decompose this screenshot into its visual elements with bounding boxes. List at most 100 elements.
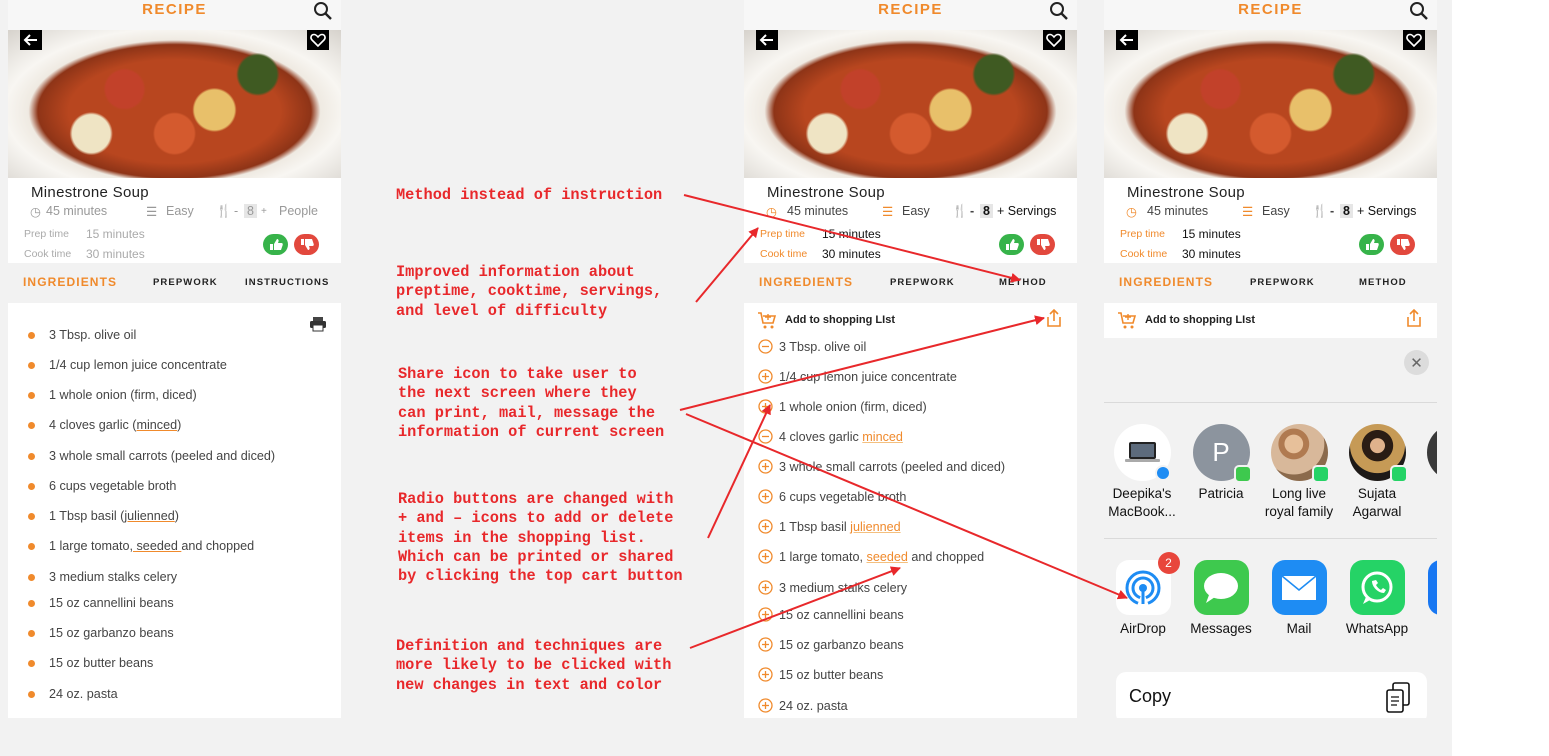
ingredient-item: 1 Tbsp basil julienned — [758, 519, 901, 534]
remove-item-icon[interactable] — [758, 339, 773, 354]
add-to-shopping-list-bar[interactable]: Add to shopping LIst — [744, 304, 1077, 336]
difficulty: Easy — [166, 204, 194, 218]
ingredient-text: 6 cups vegetable broth — [49, 479, 177, 493]
tab-ingredients[interactable]: INGREDIENTS — [1119, 275, 1213, 289]
technique-link[interactable]: minced — [862, 430, 903, 444]
technique-link[interactable]: seeded — [867, 550, 908, 564]
shopping-cart-icon[interactable] — [757, 310, 777, 330]
app-name: AirDrop — [1120, 621, 1166, 636]
tab-prepwork[interactable]: PREPWORK — [153, 277, 218, 288]
search-icon[interactable] — [1409, 1, 1429, 21]
search-icon[interactable] — [313, 1, 333, 21]
add-item-icon[interactable] — [758, 369, 773, 384]
thumbs-down-icon[interactable] — [294, 234, 319, 255]
recipe-meta: ◷ 45 minutes ☰ Easy 🍴 - 8 + Servings — [764, 204, 1069, 220]
servings-plus[interactable]: + Servings — [997, 204, 1056, 218]
technique-link[interactable]: julienned — [124, 509, 174, 523]
add-item-icon[interactable] — [758, 667, 773, 682]
shopping-cart-icon[interactable] — [1117, 310, 1137, 330]
thumbs-down-icon[interactable] — [1390, 234, 1415, 255]
ingredient-text: 3 Tbsp. olive oil — [779, 339, 867, 354]
thumbs-up-icon[interactable] — [1359, 234, 1384, 255]
servings-minus[interactable]: - — [1330, 204, 1334, 218]
search-icon[interactable] — [1049, 1, 1069, 21]
add-item-icon[interactable] — [758, 489, 773, 504]
copy-label: Copy — [1129, 686, 1172, 706]
add-item-icon[interactable] — [758, 698, 773, 713]
top-bar: RECIPE — [8, 0, 341, 30]
servings-plus[interactable]: + Servings — [1357, 204, 1416, 218]
tab-method[interactable]: METHOD — [999, 277, 1047, 288]
share-app-airdrop[interactable]: 2 AirDrop — [1108, 552, 1180, 636]
tab-ingredients[interactable]: INGREDIENTS — [23, 275, 117, 289]
share-app-partial[interactable]: Fa — [1420, 560, 1437, 636]
contact-royal-family[interactable]: Long live royal family — [1263, 424, 1335, 521]
airdrop-icon: 2 — [1115, 552, 1180, 615]
add-item-icon[interactable] — [758, 459, 773, 474]
ingredient-item: 4 cloves garlic minced — [758, 429, 903, 444]
servings-count[interactable]: 8 — [244, 204, 257, 218]
technique-link[interactable]: seeded — [133, 539, 181, 553]
ingredient-item: 15 oz cannellini beans — [758, 607, 904, 622]
thumbs-up-icon[interactable] — [263, 234, 288, 255]
share-icon[interactable] — [1405, 308, 1423, 328]
notification-badge: 2 — [1157, 552, 1180, 574]
cook-time-label: Cook time — [24, 248, 72, 260]
add-item-icon[interactable] — [758, 519, 773, 534]
share-app-whatsapp[interactable]: WhatsApp — [1342, 560, 1412, 636]
ingredient-item: 6 cups vegetable broth — [28, 479, 176, 493]
cook-time-label: Cook time — [1120, 248, 1168, 260]
tab-ingredients[interactable]: INGREDIENTS — [759, 275, 853, 289]
back-arrow-icon[interactable] — [756, 30, 778, 50]
tab-method[interactable]: METHOD — [1359, 277, 1407, 288]
favorite-heart-icon[interactable] — [1403, 30, 1425, 50]
tab-prepwork[interactable]: PREPWORK — [1250, 277, 1315, 288]
recipe-tabs: INGREDIENTS PREPWORK METHOD — [744, 263, 1077, 303]
avatar-initial: P — [1212, 437, 1230, 467]
close-icon: ✕ — [1410, 354, 1423, 372]
thumbs-up-icon[interactable] — [999, 234, 1024, 255]
favorite-heart-icon[interactable] — [307, 30, 329, 50]
share-icon[interactable] — [1045, 308, 1063, 328]
add-item-icon[interactable] — [758, 607, 773, 622]
tab-instructions[interactable]: INSTRUCTIONS — [245, 277, 329, 288]
tab-prepwork[interactable]: PREPWORK — [890, 277, 955, 288]
cook-time-value: 30 minutes — [822, 247, 881, 261]
favorite-heart-icon[interactable] — [1043, 30, 1065, 50]
app-brand: RECIPE — [878, 1, 943, 18]
contact-patricia[interactable]: P Patricia — [1185, 424, 1257, 503]
servings-count[interactable]: 8 — [1340, 204, 1353, 218]
add-item-icon[interactable] — [758, 549, 773, 564]
whatsapp-icon — [1349, 560, 1405, 615]
ingredient-item: 3 medium stalks celery — [28, 570, 177, 584]
servings-minus[interactable]: - — [970, 204, 974, 218]
technique-link[interactable]: minced — [137, 418, 178, 432]
share-app-messages[interactable]: Messages — [1186, 560, 1256, 636]
back-arrow-icon[interactable] — [20, 30, 42, 50]
remove-item-icon[interactable] — [758, 429, 773, 444]
contact-partial[interactable]: R — [1419, 424, 1437, 503]
ingredient-item: 24 oz. pasta — [758, 698, 848, 713]
technique-link[interactable]: julienned — [850, 520, 900, 534]
share-app-mail[interactable]: Mail — [1264, 560, 1334, 636]
ingredient-item: 3 Tbsp. olive oil — [758, 339, 866, 354]
clock-icon: ◷ — [30, 205, 41, 219]
thumbs-down-icon[interactable] — [1030, 234, 1055, 255]
share-sheet: ✕ Deepika's MacBook... P Patricia Long l… — [1104, 338, 1437, 718]
ingredient-item: 15 oz cannellini beans — [28, 596, 174, 610]
airdrop-contact-deepika[interactable]: Deepika's MacBook... — [1106, 424, 1178, 521]
ingredient-item: 1/4 cup lemon juice concentrate — [28, 358, 227, 372]
add-to-shopping-list-bar[interactable]: Add to shopping LIst — [1104, 304, 1437, 336]
add-item-icon[interactable] — [758, 637, 773, 652]
contact-sujata-agarwal[interactable]: Sujata Agarwal — [1341, 424, 1413, 521]
add-item-icon[interactable] — [758, 399, 773, 414]
divider — [1104, 538, 1437, 539]
print-icon[interactable] — [309, 316, 327, 332]
back-arrow-icon[interactable] — [1116, 30, 1138, 50]
servings-count[interactable]: 8 — [980, 204, 993, 218]
servings-plus[interactable]: + — [261, 206, 267, 217]
copy-action[interactable]: Copy — [1116, 672, 1427, 718]
servings-minus[interactable]: - — [234, 204, 238, 218]
add-item-icon[interactable] — [758, 580, 773, 595]
close-share-sheet-button[interactable]: ✕ — [1404, 350, 1429, 375]
